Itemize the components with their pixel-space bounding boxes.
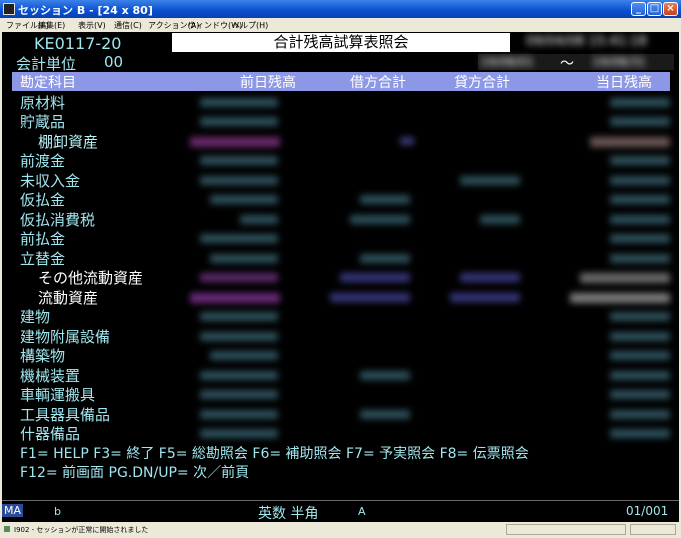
col-account: 勘定科目 <box>20 75 76 91</box>
account-row-3: 前渡金 <box>20 152 66 170</box>
account-row-12: 建物附属設備 <box>20 328 111 346</box>
menu-view[interactable]: 表示(V) <box>78 20 106 31</box>
account-row-7: 前払金 <box>20 230 66 248</box>
system-datetime: 09/04/08 15:41:18 <box>526 34 647 49</box>
status-panel-right <box>630 524 676 535</box>
cursor-char: b <box>54 505 61 518</box>
account-row-13: 構築物 <box>20 347 66 365</box>
menu-edit[interactable]: 編集(E) <box>38 20 65 31</box>
account-row-6: 仮払消費税 <box>20 211 96 229</box>
status-message: I902 - セッションが正常に開始されました <box>14 526 149 534</box>
account-row-0: 原材料 <box>20 94 66 112</box>
input-mode: 英数 半角 <box>258 506 319 522</box>
date-to[interactable]: 19/08/31 <box>592 55 646 69</box>
program-id: KE0117-20 <box>34 34 122 53</box>
mode-flag: A <box>358 505 366 518</box>
account-row-2: 棚卸資産 <box>38 133 99 151</box>
menu-help[interactable]: ヘルプ(H) <box>232 20 268 31</box>
account-row-1: 貯蔵品 <box>20 113 66 131</box>
unit-label: 会計単位 <box>16 55 77 73</box>
menu-communication[interactable]: 通信(C) <box>114 20 142 31</box>
menu-bar: ファイル(F) 編集(E) 表示(V) 通信(C) アクション(A) ウィンドウ… <box>0 18 681 32</box>
function-keys-line2: F12= 前画面 PG.DN/UP= 次／前頁 <box>20 465 250 481</box>
col-credit-total: 貸方合計 <box>454 75 510 91</box>
account-row-10: 流動資産 <box>38 289 99 307</box>
date-from[interactable]: 19/08/01 <box>480 55 534 69</box>
redacted-values-area <box>180 92 670 442</box>
column-header-bar: 勘定科目 前日残高 借方合計 貸方合計 当日残高 <box>12 72 670 91</box>
account-row-9: その他流動資産 <box>38 269 144 287</box>
page-indicator: 01/001 <box>626 504 669 518</box>
account-row-5: 仮払金 <box>20 191 66 209</box>
col-debit-total: 借方合計 <box>350 75 406 91</box>
col-current-balance: 当日残高 <box>596 75 652 91</box>
account-row-4: 未収入金 <box>20 172 81 190</box>
col-prev-balance: 前日残高 <box>240 75 296 91</box>
account-row-15: 車輌運搬具 <box>20 386 96 404</box>
minimize-button[interactable]: _ <box>631 2 646 16</box>
date-separator: ～ <box>560 56 574 72</box>
system-indicator: MA <box>2 504 24 517</box>
close-button[interactable]: × <box>663 2 678 16</box>
account-row-8: 立替金 <box>20 250 66 268</box>
terminal-status-line: MA b 英数 半角 A 01/001 <box>2 500 679 522</box>
terminal-screen[interactable]: KE0117-20 合計残高試算表照会 会計単位 00 09/04/08 15:… <box>2 32 679 522</box>
account-row-16: 工具器具備品 <box>20 406 111 424</box>
window-status-bar: I902 - セッションが正常に開始されました <box>0 522 681 538</box>
window-title-bar[interactable]: セッション B - [24 x 80] _ □ × <box>0 0 681 18</box>
account-row-17: 什器備品 <box>20 425 81 443</box>
connection-icon <box>4 526 10 532</box>
account-row-11: 建物 <box>20 308 51 326</box>
account-row-14: 機械装置 <box>20 367 81 385</box>
terminal-app-icon[interactable] <box>3 3 15 15</box>
unit-value: 00 <box>104 53 124 71</box>
maximize-button[interactable]: □ <box>647 2 662 16</box>
screen-title: 合計残高試算表照会 <box>172 33 510 52</box>
function-keys-line1: F1= HELP F3= 終了 F5= 総勘照会 F6= 補助照会 F7= 予実… <box>20 446 529 462</box>
window-title: セッション B - [24 x 80] <box>18 4 153 17</box>
status-panel <box>506 524 626 535</box>
